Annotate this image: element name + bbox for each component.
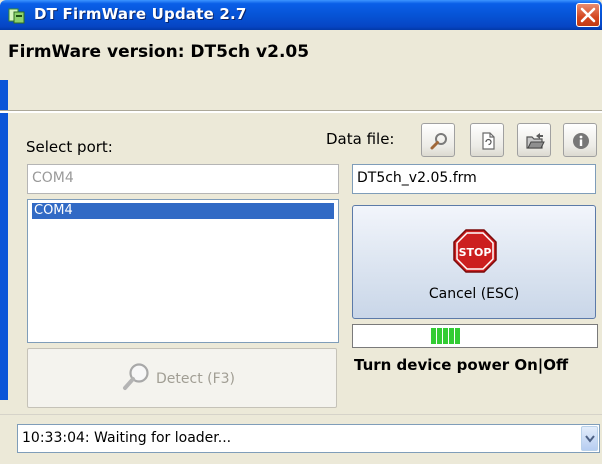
window-title: DT FirmWare Update 2.7 [34, 5, 247, 23]
detect-button[interactable]: Detect (F3) [27, 348, 337, 408]
progress-block [431, 328, 436, 344]
stop-icon: STOP [453, 229, 497, 273]
close-icon [580, 7, 596, 23]
cancel-button[interactable]: STOP Cancel (ESC) [352, 205, 596, 319]
browse-search-button[interactable] [421, 123, 455, 157]
open-file-button[interactable] [517, 123, 551, 157]
detect-label: Detect (F3) [156, 371, 236, 387]
data-file-label: Data file: [326, 130, 395, 148]
data-file-field[interactable]: DT5ch_v2.05.frm [352, 164, 596, 194]
title-bar[interactable]: DT FirmWare Update 2.7 [0, 0, 602, 30]
progress-block [437, 328, 442, 344]
search-icon [123, 363, 149, 390]
close-button[interactable] [576, 3, 600, 27]
about-button[interactable] [563, 123, 597, 157]
progress-block [455, 328, 460, 344]
status-log-dropdown[interactable]: 10:33:04: Waiting for loader... [17, 424, 600, 453]
reload-file-button[interactable] [470, 123, 504, 157]
progress-bar [352, 324, 598, 348]
cancel-label: Cancel (ESC) [428, 286, 520, 302]
progress-block [443, 328, 448, 344]
dropdown-button[interactable] [581, 426, 598, 451]
document-icon [482, 132, 495, 150]
status-text: 10:33:04: Waiting for loader... [22, 430, 232, 446]
open-folder-icon [526, 133, 545, 149]
search-icon [430, 133, 447, 150]
window-left-edge [0, 80, 8, 400]
stop-text: STOP [459, 246, 492, 259]
header-divider [0, 110, 602, 113]
port-list[interactable]: COM4 [27, 199, 339, 343]
power-instruction: Turn device power On|Off [354, 356, 569, 374]
chevron-down-icon [585, 435, 595, 443]
firmware-version-label: FirmWare version: DT5ch v2.05 [8, 42, 310, 62]
select-port-label: Select port: [26, 138, 113, 156]
info-icon [573, 133, 589, 149]
progress-block [449, 328, 454, 344]
app-icon [8, 8, 25, 24]
list-item[interactable]: COM4 [32, 203, 334, 219]
port-field[interactable]: COM4 [27, 164, 339, 194]
